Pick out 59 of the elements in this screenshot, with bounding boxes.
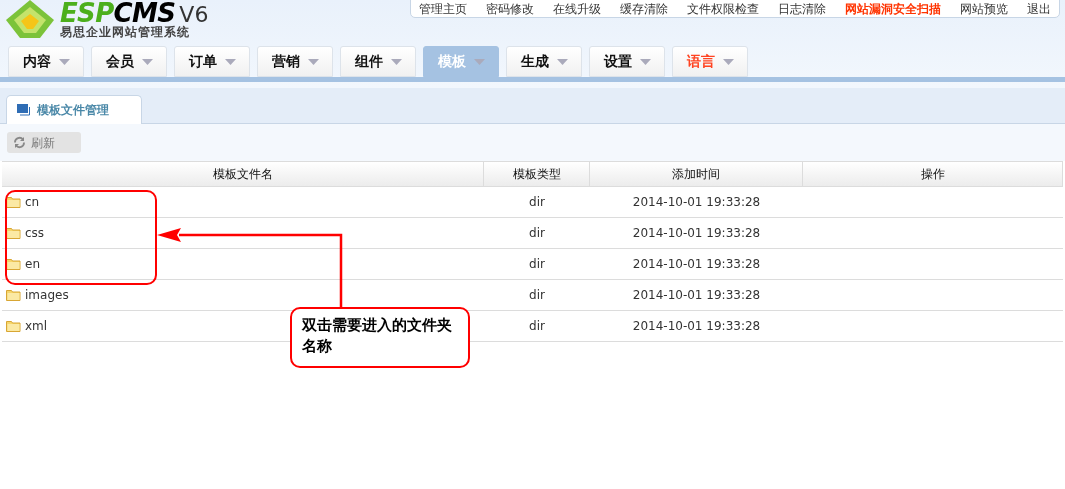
table-cell-text: 2014-10-01 19:33:28 [632, 256, 761, 273]
nav-tab[interactable]: 生成 [506, 46, 582, 77]
nav-tab[interactable]: 订单 [174, 46, 250, 77]
table-cell-text: 2014-10-01 19:33:28 [632, 287, 761, 304]
caret-icon [141, 58, 153, 65]
table-cell-text: dir [529, 256, 545, 273]
refresh-icon [13, 136, 26, 149]
callout: 双击需要进入的文件夹名称 [290, 307, 470, 368]
logo-subtitle: 易思企业网站管理系统 [60, 26, 191, 38]
folder-icon [6, 320, 21, 332]
table-cell-text: 2014-10-01 19:33:28 [632, 194, 761, 211]
logo-version: V6 [179, 4, 209, 26]
column-header: 操作 [803, 162, 1063, 186]
column-header: 模板文件名 [2, 162, 484, 186]
top-link[interactable]: 文件权限检查 [687, 2, 759, 16]
top-link[interactable]: 日志清除 [778, 2, 826, 16]
table-cell-text: dir [529, 194, 545, 211]
file-name[interactable]: cn [25, 193, 40, 211]
table-cell-text: 2014-10-01 19:33:28 [632, 225, 761, 242]
table-cell-text: dir [529, 318, 545, 335]
file-name[interactable]: xml [25, 317, 48, 335]
nav-tab[interactable]: 内容 [8, 46, 84, 77]
table-cell-text: 2014-10-01 19:33:28 [632, 318, 761, 335]
caret-icon [556, 58, 568, 65]
caret-icon [473, 58, 485, 65]
folder-icon [6, 196, 21, 208]
top-link[interactable]: 网站预览 [960, 2, 1008, 16]
panel-tab-label: 模板文件管理 [37, 102, 109, 119]
table-cell-text: dir [529, 287, 545, 304]
panel-tab[interactable]: 模板文件管理 [6, 95, 142, 124]
folder-icon [6, 227, 21, 239]
window-icon [17, 104, 31, 116]
caret-icon [307, 58, 319, 65]
top-link[interactable]: 密码修改 [486, 2, 534, 16]
top-link[interactable]: 退出 [1027, 2, 1051, 16]
logo-icon [4, 0, 56, 40]
nav-tab[interactable]: 组件 [340, 46, 416, 77]
file-name[interactable]: images [25, 286, 69, 304]
column-header: 模板类型 [484, 162, 590, 186]
nav-tab[interactable]: 营销 [257, 46, 333, 77]
table-cell-text: dir [529, 225, 545, 242]
caret-icon [722, 58, 734, 65]
file-name[interactable]: en [25, 255, 40, 273]
refresh-button[interactable]: 刷新 [7, 132, 81, 153]
caret-icon [58, 58, 70, 65]
file-name[interactable]: css [25, 224, 45, 242]
top-link[interactable]: 管理主页 [419, 2, 467, 16]
logo-brand: ESPCMS [60, 0, 176, 26]
caret-icon [390, 58, 402, 65]
top-link[interactable]: 在线升级 [553, 2, 601, 16]
nav-tab[interactable]: 设置 [589, 46, 665, 77]
caret-icon [639, 58, 651, 65]
folder-icon [6, 289, 21, 301]
top-link[interactable]: 网站漏洞安全扫描 [845, 2, 941, 16]
caret-icon [224, 58, 236, 65]
column-header: 添加时间 [590, 162, 803, 186]
folder-icon [6, 258, 21, 270]
nav-tab[interactable]: 会员 [91, 46, 167, 77]
top-link[interactable]: 缓存清除 [620, 2, 668, 16]
